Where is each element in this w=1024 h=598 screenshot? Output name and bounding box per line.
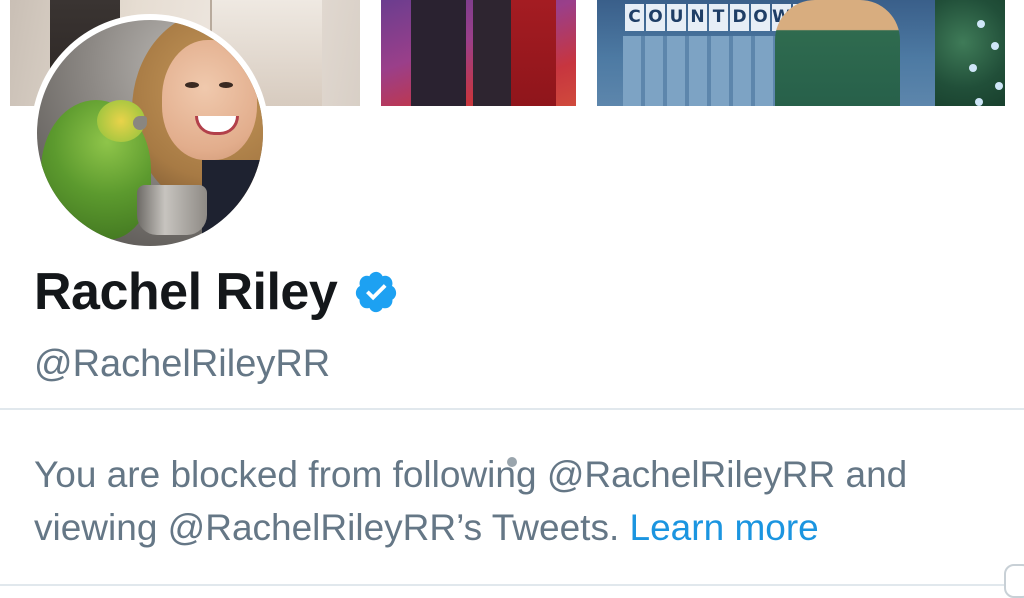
display-name: Rachel Riley <box>34 263 338 321</box>
photo-figure-red-dress <box>511 0 556 106</box>
photo-presenter <box>775 0 900 106</box>
photo-figure-suit <box>411 0 466 106</box>
avatar-image <box>37 20 263 246</box>
corner-tab <box>1004 564 1024 598</box>
avatar-parrot-beak <box>133 116 147 130</box>
avatar-eye <box>185 82 199 88</box>
profile-handle: @RachelRileyRR <box>34 343 331 385</box>
profile-avatar[interactable] <box>31 14 269 252</box>
avatar-face <box>162 40 257 160</box>
header-photo-2[interactable] <box>381 0 576 106</box>
bottom-divider <box>0 584 1024 586</box>
countdown-letter: O <box>646 4 665 31</box>
countdown-letter: U <box>667 4 686 31</box>
countdown-letter: N <box>688 4 707 31</box>
photo-figure-suit <box>473 0 513 106</box>
learn-more-link[interactable]: Learn more <box>630 507 819 548</box>
avatar-eye <box>219 82 233 88</box>
countdown-letter: T <box>709 4 728 31</box>
tree-ornaments <box>977 20 985 28</box>
touch-indicator <box>507 457 517 467</box>
countdown-letter: C <box>625 4 644 31</box>
avatar-pot <box>137 185 207 235</box>
christmas-tree <box>935 0 1005 106</box>
verified-badge-icon <box>356 271 397 313</box>
avatar-clothing <box>202 160 263 246</box>
profile-name-row: Rachel Riley <box>34 260 399 324</box>
header-photo-3[interactable]: C O U N T D O W N <box>597 0 1005 106</box>
section-divider <box>0 408 1024 410</box>
countdown-letter: D <box>730 4 749 31</box>
countdown-letter: O <box>751 4 770 31</box>
